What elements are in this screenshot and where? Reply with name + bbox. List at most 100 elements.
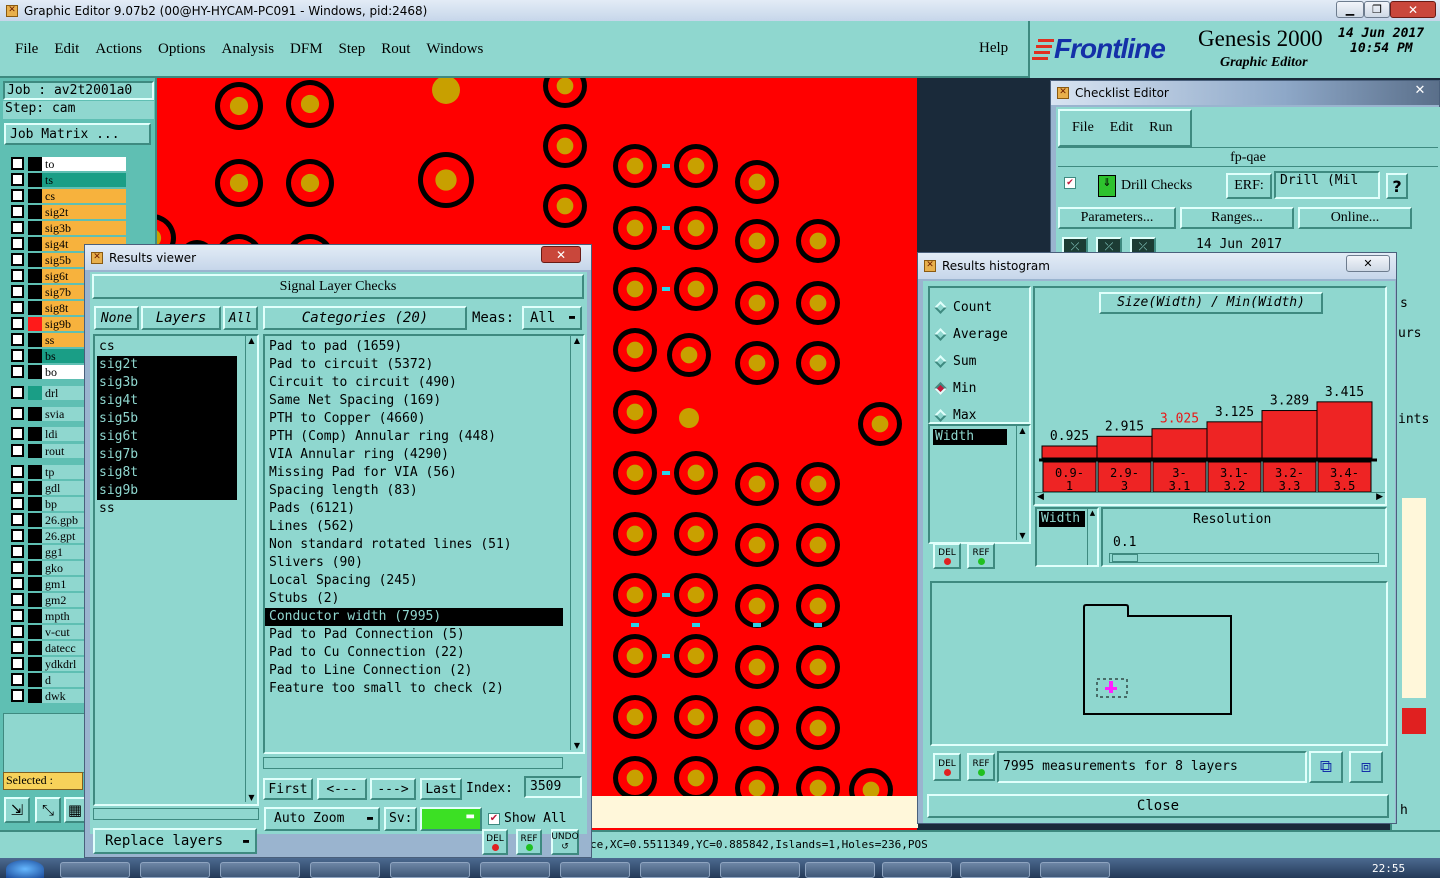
category-item[interactable]: Pad to circuit (5372) [265,356,563,374]
layer-checkbox[interactable] [11,407,24,420]
radio-icon[interactable] [934,301,947,314]
menu-help[interactable]: Help [979,40,1008,57]
pcb-via[interactable] [735,281,779,325]
pcb-via[interactable] [613,695,657,739]
pcb-via[interactable] [674,695,718,739]
categories-hscroll[interactable] [263,757,563,769]
category-item[interactable]: Stubs (2) [265,590,563,608]
checklist-close[interactable]: ✕ [1406,83,1434,98]
pcb-pad[interactable] [432,78,460,104]
last-button[interactable]: Last [420,778,462,800]
prev-button[interactable]: <--- [317,778,367,800]
menu-rout[interactable]: Rout [381,41,410,58]
histogram-bar[interactable] [1316,401,1373,459]
histogram-bar[interactable] [1096,435,1153,459]
result-layer-item[interactable]: sig8t [97,464,237,482]
resolution-slider[interactable] [1109,553,1379,563]
layer-checkbox[interactable] [11,365,24,378]
histogram-bar[interactable] [1206,421,1263,459]
layer-row-sig3b[interactable]: sig3b [11,220,126,235]
undo-button[interactable]: UNDO ↺ [551,829,579,855]
taskbar-button-7[interactable] [560,862,630,878]
menu-actions[interactable]: Actions [95,41,142,58]
layer-checkbox[interactable] [11,253,24,266]
taskbar-button-10[interactable] [805,862,875,878]
next-button[interactable]: ---> [370,778,416,800]
ranges-button[interactable]: Ranges... [1180,207,1294,229]
index-input[interactable]: 3509 [524,776,582,798]
start-button-icon[interactable] [6,860,44,878]
histogram-ref-top[interactable]: REF [967,543,995,569]
layer-checkbox[interactable] [11,173,24,186]
pcb-via[interactable] [613,756,657,800]
layer-checkbox[interactable] [11,333,24,346]
pcb-via[interactable] [543,78,587,108]
pcb-via[interactable] [667,333,711,377]
pcb-via[interactable] [796,645,840,689]
layer-checkbox[interactable] [11,301,24,314]
layer-checkbox[interactable] [11,625,24,638]
pcb-via[interactable] [215,82,263,130]
taskbar-button-2[interactable] [140,862,210,878]
checklist-menu-edit[interactable]: Edit [1110,120,1133,136]
category-item[interactable]: Feature too small to check (2) [265,680,563,698]
pcb-via[interactable] [543,124,587,168]
category-item[interactable]: Pad to Cu Connection (22) [265,644,563,662]
histogram-close-button[interactable]: Close [927,794,1389,818]
category-item[interactable]: Spacing length (83) [265,482,563,500]
pcb-via[interactable] [418,152,474,208]
histogram-hscroll[interactable]: ◀ ▶ [1035,492,1385,504]
minimize-button[interactable]: ▁ [1336,1,1364,18]
pcb-via[interactable] [613,206,657,250]
pcb-via[interactable] [735,160,779,204]
histogram-del-bottom[interactable]: DEL [933,753,961,781]
help-question-button[interactable]: ? [1386,173,1408,199]
auto-zoom-dropdown[interactable]: Auto Zoom ▬ [264,807,380,831]
taskbar-button-6[interactable] [480,862,550,878]
layer-checkbox[interactable] [11,545,24,558]
pcb-via[interactable] [858,402,902,446]
menu-step[interactable]: Step [339,41,366,58]
resolution-slider-thumb[interactable] [1112,554,1138,562]
mode-sum[interactable]: Sum [934,348,1029,375]
radio-icon[interactable] [934,328,947,341]
layer-checkbox[interactable] [11,444,24,457]
measure-tool-icon[interactable]: ⇲ [4,797,30,823]
category-item[interactable]: Lines (562) [265,518,563,536]
meas-dropdown[interactable]: All ▬ [522,306,582,330]
pcb-via[interactable] [735,341,779,385]
measure-list-scrollbar[interactable]: ▲ ▼ [1016,426,1028,540]
category-item[interactable]: Non standard rotated lines (51) [265,536,563,554]
category-item[interactable]: Local Spacing (245) [265,572,563,590]
parameters-button[interactable]: Parameters... [1058,207,1176,229]
layer-checkbox[interactable] [11,561,24,574]
show-all-checkbox[interactable]: ✔ [488,813,500,825]
mode-count[interactable]: Count [934,294,1029,321]
layers-button[interactable]: Layers [141,306,221,330]
none-button[interactable]: None [94,306,139,330]
pcb-via[interactable] [674,206,718,250]
result-layer-item[interactable]: sig9b [97,482,237,500]
pcb-via[interactable] [674,756,718,800]
replace-layers-dropdown[interactable]: Replace layers ▬ [93,828,257,854]
scroll-right-icon[interactable]: ▶ [1376,492,1383,502]
first-button[interactable]: First [263,778,313,800]
result-layer-item[interactable]: sig6t [97,428,237,446]
result-layer-item[interactable]: sig4t [97,392,237,410]
pcb-pad[interactable] [679,408,699,428]
job-matrix-button[interactable]: Job Matrix ... [4,123,151,145]
menu-file[interactable]: File [15,41,38,58]
grid-tool-icon[interactable]: ▦ [64,797,86,823]
layer-checkbox[interactable] [11,689,24,702]
pcb-via[interactable] [613,267,657,311]
category-item[interactable]: Pad to pad (1659) [265,338,563,356]
pcb-via[interactable] [796,584,840,628]
ref-button[interactable]: REF [516,829,542,855]
zoom-home-icon[interactable]: ⧈ [1349,751,1383,783]
result-layer-item[interactable]: cs [97,338,237,356]
result-layer-item[interactable]: sig2t [97,356,237,374]
scroll-left-icon[interactable]: ◀ [1037,492,1044,502]
layer-checkbox[interactable] [11,317,24,330]
taskbar-button-12[interactable] [960,862,1030,878]
pcb-via[interactable] [613,634,657,678]
